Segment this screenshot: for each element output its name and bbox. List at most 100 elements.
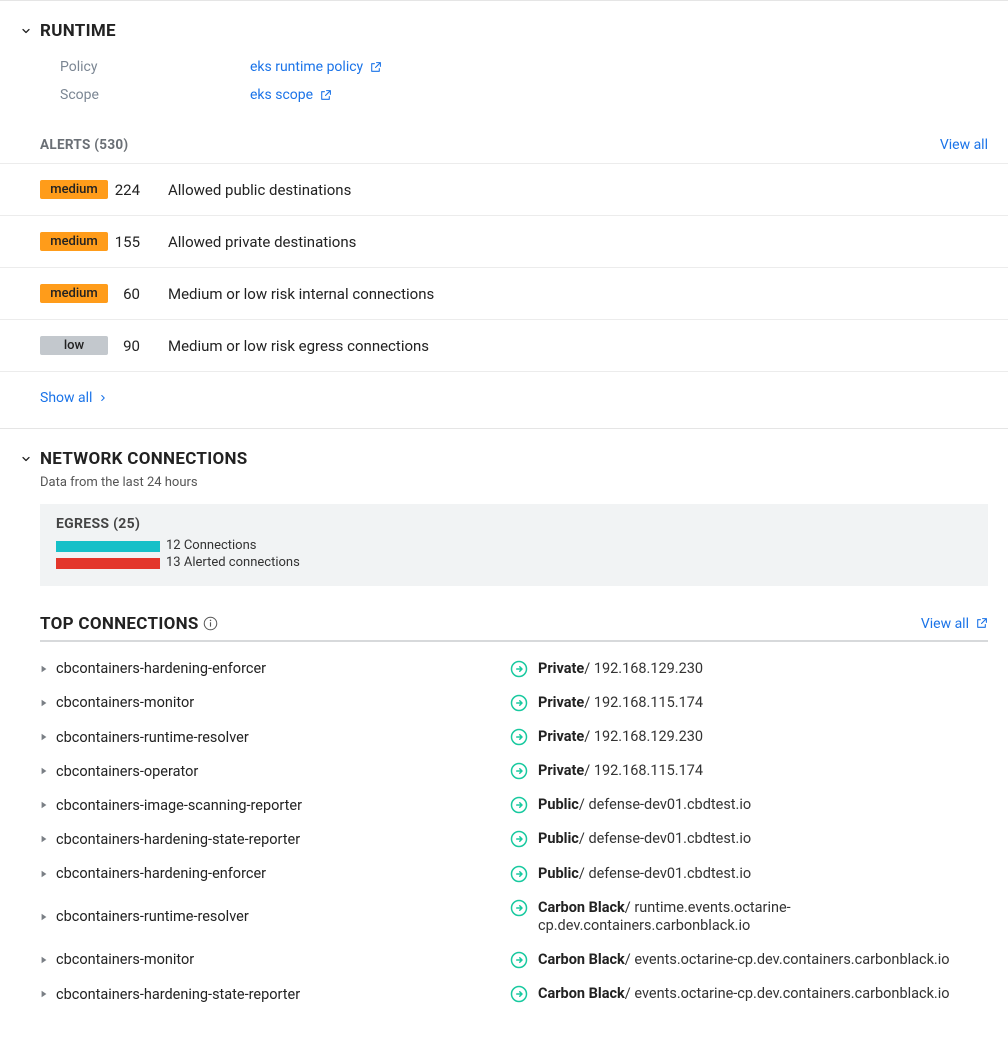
legend-alerted: 13 Alerted connections bbox=[56, 555, 972, 572]
top-connections-view-all-link[interactable]: View all bbox=[921, 616, 988, 632]
bar-connections bbox=[56, 541, 160, 552]
chevron-down-icon[interactable] bbox=[20, 25, 32, 37]
direction-icon bbox=[510, 899, 528, 917]
runtime-section: RUNTIME Policy eks runtime policy Scope … bbox=[0, 0, 1008, 428]
alerts-list: medium224Allowed public destinationsmedi… bbox=[0, 163, 1008, 372]
chevron-right-icon bbox=[98, 393, 108, 403]
connection-source: cbcontainers-hardening-enforcer bbox=[56, 865, 266, 882]
connection-destination: Private/ 192.168.115.174 bbox=[538, 762, 703, 780]
alert-count: 224 bbox=[108, 181, 168, 199]
runtime-scope-row: Scope eks scope bbox=[60, 81, 1008, 109]
direction-icon bbox=[510, 796, 528, 814]
runtime-policy-row: Policy eks runtime policy bbox=[60, 53, 1008, 81]
runtime-kv-block: Policy eks runtime policy Scope eks scop… bbox=[0, 45, 1008, 119]
connection-destination: Private/ 192.168.129.230 bbox=[538, 660, 703, 678]
connection-row[interactable]: cbcontainers-image-scanning-reporterPubl… bbox=[40, 788, 988, 822]
egress-title: EGRESS (25) bbox=[56, 516, 972, 532]
network-header: NETWORK CONNECTIONS bbox=[0, 449, 1008, 473]
policy-link[interactable]: eks runtime policy bbox=[250, 59, 382, 75]
bar-alerted bbox=[56, 558, 160, 569]
direction-icon bbox=[510, 694, 528, 712]
connection-destination: Public/ defense-dev01.cbdtest.io bbox=[538, 865, 751, 883]
connection-destination: Carbon Black/ runtime.events.octarine-cp… bbox=[538, 899, 988, 935]
connection-row[interactable]: cbcontainers-runtime-resolver Carbon Blac… bbox=[40, 891, 988, 943]
alert-count: 155 bbox=[108, 233, 168, 251]
top-connections-header: TOP CONNECTIONS View all bbox=[40, 614, 988, 642]
direction-icon bbox=[510, 985, 528, 1003]
connection-destination: Private/ 192.168.115.174 bbox=[538, 694, 703, 712]
show-all-text: Show all bbox=[40, 390, 92, 406]
alerts-title: ALERTS (530) bbox=[40, 137, 128, 153]
connection-row[interactable]: cbcontainers-monitor Carbon Black/ events… bbox=[40, 943, 988, 977]
view-all-text: View all bbox=[940, 137, 988, 153]
severity-badge: medium bbox=[40, 284, 108, 303]
expand-triangle-icon[interactable] bbox=[40, 913, 48, 921]
connection-destination: Carbon Black/ events.octarine-cp.dev.con… bbox=[538, 985, 950, 1003]
alerts-show-all-link[interactable]: Show all bbox=[0, 372, 108, 412]
connection-source: cbcontainers-monitor bbox=[56, 951, 194, 968]
connection-row[interactable]: cbcontainers-monitor Private/ 192.168.115… bbox=[40, 686, 988, 720]
connection-destination: Public/ defense-dev01.cbdtest.io bbox=[538, 830, 751, 848]
connection-source: cbcontainers-monitor bbox=[56, 694, 194, 711]
connection-destination: Carbon Black/ events.octarine-cp.dev.con… bbox=[538, 951, 950, 969]
expand-triangle-icon[interactable] bbox=[40, 870, 48, 878]
direction-icon bbox=[510, 660, 528, 678]
alert-row[interactable]: medium60Medium or low risk internal conn… bbox=[0, 268, 1008, 320]
connection-source: cbcontainers-operator bbox=[56, 763, 198, 780]
connection-row[interactable]: cbcontainers-hardening-enforcer Public/ d… bbox=[40, 857, 988, 891]
legend-alerted-text: 13 Alerted connections bbox=[166, 555, 300, 572]
external-link-icon bbox=[319, 89, 332, 102]
network-title: NETWORK CONNECTIONS bbox=[40, 449, 248, 469]
severity-badge: medium bbox=[40, 232, 108, 251]
legend-connections-text: 12 Connections bbox=[166, 538, 257, 555]
view-all-text: View all bbox=[921, 616, 969, 632]
expand-triangle-icon[interactable] bbox=[40, 699, 48, 707]
chevron-down-icon[interactable] bbox=[20, 453, 32, 465]
alert-description: Allowed private destinations bbox=[168, 233, 356, 251]
connection-source: cbcontainers-hardening-enforcer bbox=[56, 660, 266, 677]
connection-row[interactable]: cbcontainers-hardening-enforcer Private/ … bbox=[40, 652, 988, 686]
severity-badge: medium bbox=[40, 180, 108, 199]
expand-triangle-icon[interactable] bbox=[40, 956, 48, 964]
connection-source: cbcontainers-hardening-state-reporter bbox=[56, 831, 300, 848]
severity-badge: low bbox=[40, 336, 108, 355]
external-link-icon bbox=[975, 617, 988, 630]
alert-description: Medium or low risk egress connections bbox=[168, 337, 429, 355]
expand-triangle-icon[interactable] bbox=[40, 665, 48, 673]
connection-source: cbcontainers-image-scanning-reporter bbox=[56, 797, 302, 814]
policy-label: Policy bbox=[60, 59, 250, 75]
connection-source: cbcontainers-runtime-resolver bbox=[56, 908, 249, 925]
direction-icon bbox=[510, 830, 528, 848]
connection-row[interactable]: cbcontainers-operator Private/ 192.168.11… bbox=[40, 754, 988, 788]
network-subtitle: Data from the last 24 hours bbox=[0, 473, 1008, 490]
alert-count: 60 bbox=[108, 285, 168, 303]
connection-row[interactable]: cbcontainers-hardening-state-reporterCar… bbox=[40, 977, 988, 1011]
alert-row[interactable]: medium224Allowed public destinations bbox=[0, 163, 1008, 216]
scope-link-text: eks scope bbox=[250, 87, 313, 103]
top-connections-title-wrap: TOP CONNECTIONS bbox=[40, 614, 218, 634]
external-link-icon bbox=[369, 61, 382, 74]
expand-triangle-icon[interactable] bbox=[40, 767, 48, 775]
legend-connections: 12 Connections bbox=[56, 538, 972, 555]
alert-row[interactable]: medium155Allowed private destinations bbox=[0, 216, 1008, 268]
runtime-title: RUNTIME bbox=[40, 21, 116, 41]
network-section: NETWORK CONNECTIONS Data from the last 2… bbox=[0, 428, 1008, 1047]
direction-icon bbox=[510, 762, 528, 780]
direction-icon bbox=[510, 951, 528, 969]
top-connections-list: cbcontainers-hardening-enforcer Private/ … bbox=[0, 642, 1008, 1031]
expand-triangle-icon[interactable] bbox=[40, 801, 48, 809]
scope-link[interactable]: eks scope bbox=[250, 87, 332, 103]
alerts-view-all-link[interactable]: View all bbox=[940, 137, 988, 153]
info-icon[interactable] bbox=[203, 616, 218, 631]
alerts-header: ALERTS (530) View all bbox=[0, 119, 1008, 163]
expand-triangle-icon[interactable] bbox=[40, 733, 48, 741]
connection-row[interactable]: cbcontainers-runtime-resolverPrivate/ 19… bbox=[40, 720, 988, 754]
direction-icon bbox=[510, 865, 528, 883]
runtime-header: RUNTIME bbox=[0, 21, 1008, 45]
egress-card: EGRESS (25) 12 Connections 13 Alerted co… bbox=[40, 504, 988, 586]
expand-triangle-icon[interactable] bbox=[40, 990, 48, 998]
connection-row[interactable]: cbcontainers-hardening-state-reporter Pub… bbox=[40, 822, 988, 856]
alert-row[interactable]: low90Medium or low risk egress connectio… bbox=[0, 320, 1008, 372]
connection-destination: Private/ 192.168.129.230 bbox=[538, 728, 703, 746]
expand-triangle-icon[interactable] bbox=[40, 835, 48, 843]
